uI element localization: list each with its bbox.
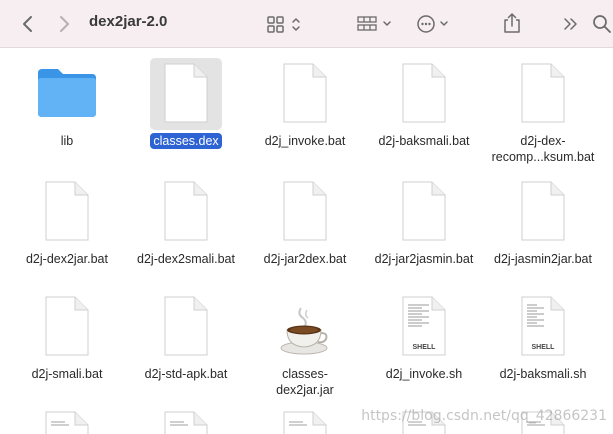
finder-toolbar: dex2jar-2.0 [0,0,613,48]
file-item[interactable]: d2j-smali.bat [0,282,120,394]
file-name: d2j-jar2dex.bat [263,252,347,266]
folder-icon [38,69,96,117]
double-chevron-right-icon [564,18,577,30]
file-item[interactable]: classes.dex [119,49,239,161]
file-name: d2j-std-apk.bat [144,367,228,381]
document-icon [164,63,208,123]
file-item[interactable]: d2j-baksmali.bat [357,49,477,161]
file-name: d2j-baksmali.bat [378,134,470,148]
shell-script-icon [45,411,89,434]
file-name: d2j_invoke.bat [264,134,346,148]
document-icon [45,296,89,356]
file-name: d2j-jasmin2jar.bat [494,252,592,266]
document-icon [45,181,89,241]
grid-view-icon [267,16,300,33]
action-menu-button[interactable] [416,14,452,34]
shell-script-icon: SHELL [521,296,565,356]
file-item[interactable]: d2j-dex-recomp...ksum.bat [476,49,596,164]
file-item[interactable]: d2j-dex2smali.bat [119,167,239,279]
more-toolbar-button[interactable] [562,15,580,33]
file-item[interactable]: classes-dex2jar.jar [238,282,358,397]
document-icon [283,181,327,241]
share-button[interactable] [502,11,522,35]
file-name: lib [60,134,74,148]
view-mode-button[interactable] [266,14,306,34]
file-name: d2j-baksmali.sh [499,367,587,381]
file-item[interactable]: SHELL d2j-baksmali.sh [476,282,596,394]
file-name: d2j_invoke.sh [385,367,463,381]
document-icon [283,63,327,123]
ellipsis-circle-icon [417,15,448,33]
file-name: d2j-jar2jasmin.bat [374,252,474,266]
window-title: dex2jar-2.0 [89,13,168,30]
shell-badge: SHELL [532,344,556,351]
document-icon [402,181,446,241]
file-item[interactable]: d2j-jasmin2jar.bat [476,167,596,279]
watermark: https://blog.csdn.net/qq_42866231 [361,408,607,424]
file-name: d2j-smali.bat [31,367,103,381]
shell-script-icon: SHELL [402,296,446,356]
shell-badge: SHELL [413,344,437,351]
file-item[interactable]: d2j-jar2dex.bat [238,167,358,279]
file-name: d2j-dex2jar.bat [25,252,108,266]
document-icon [164,181,208,241]
document-icon [521,63,565,123]
file-item[interactable]: d2j-std-apk.bat [119,282,239,394]
back-button[interactable] [21,14,35,34]
shell-script-icon [164,411,208,434]
share-icon [504,13,520,33]
file-name: d2j-dex-recomp...ksum.bat [491,134,595,164]
chevron-right-icon [60,16,69,32]
search-icon [593,15,611,33]
file-grid: lib classes.dex d2j_invoke.bat d2j-baksm… [0,49,613,434]
group-by-icon [357,16,391,31]
partial-file-icon[interactable] [43,410,91,434]
file-item[interactable]: SHELL d2j_invoke.sh [357,282,477,394]
file-item[interactable]: lib [0,49,120,161]
group-by-button[interactable] [356,14,396,34]
file-name: classes-dex2jar.jar [276,367,334,397]
forward-button[interactable] [57,14,71,34]
file-item[interactable]: d2j_invoke.bat [238,49,358,161]
shell-script-icon [283,411,327,434]
document-icon [164,296,208,356]
partial-file-icon[interactable] [281,410,329,434]
document-icon [521,181,565,241]
file-name: classes.dex [119,133,253,149]
chevron-left-icon [23,16,32,32]
document-icon [402,63,446,123]
partial-file-icon[interactable] [162,410,210,434]
java-coffee-cup-icon [280,307,328,355]
file-item[interactable]: d2j-dex2jar.bat [0,167,120,279]
search-button[interactable] [592,14,612,34]
file-name: d2j-dex2smali.bat [137,252,235,266]
file-item[interactable]: d2j-jar2jasmin.bat [357,167,477,279]
